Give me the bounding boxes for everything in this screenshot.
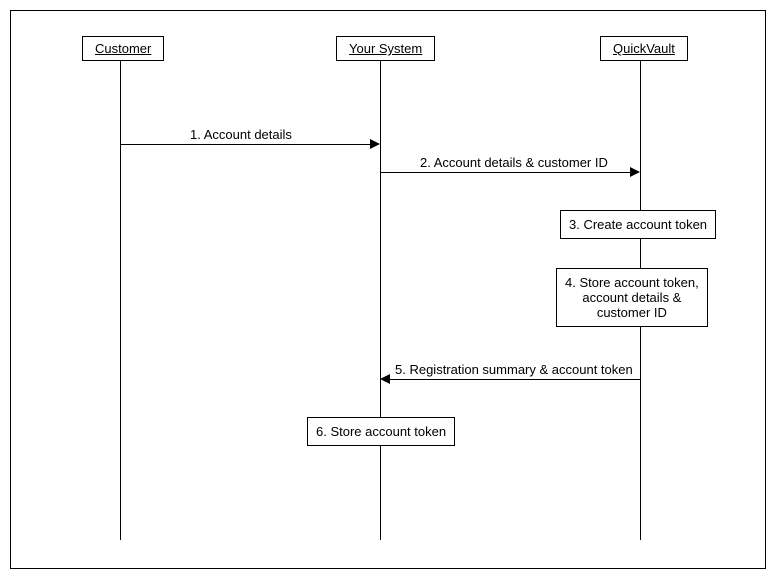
message-1-arrowhead xyxy=(370,139,380,149)
participant-vault: QuickVault xyxy=(600,36,688,61)
message-4-line2: account details & xyxy=(565,290,699,305)
message-3-box: 3. Create account token xyxy=(560,210,716,239)
message-5-arrowhead xyxy=(380,374,390,384)
message-5-arrow xyxy=(390,379,640,380)
lifeline-system xyxy=(380,60,381,540)
message-4-line1: 4. Store account token, xyxy=(565,275,699,290)
message-2-label: 2. Account details & customer ID xyxy=(420,155,608,170)
lifeline-customer xyxy=(120,60,121,540)
message-4-line3: customer ID xyxy=(565,305,699,320)
sequence-diagram: Customer Your System QuickVault 1. Accou… xyxy=(0,0,776,579)
participant-system: Your System xyxy=(336,36,435,61)
message-4-box: 4. Store account token, account details … xyxy=(556,268,708,327)
message-5-label: 5. Registration summary & account token xyxy=(395,362,633,377)
message-2-arrow xyxy=(380,172,630,173)
message-6-box: 6. Store account token xyxy=(307,417,455,446)
message-2-arrowhead xyxy=(630,167,640,177)
participant-customer: Customer xyxy=(82,36,164,61)
message-1-label: 1. Account details xyxy=(190,127,292,142)
message-1-arrow xyxy=(120,144,370,145)
